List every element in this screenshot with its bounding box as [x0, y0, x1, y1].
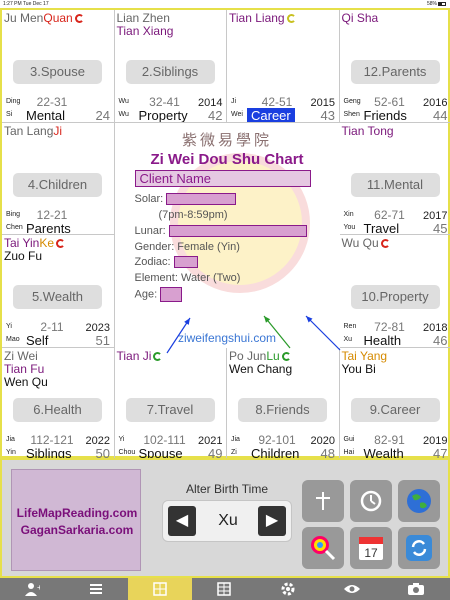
tab-list[interactable]: [64, 578, 128, 600]
calendar-day-text: 17: [364, 546, 378, 560]
logo-box[interactable]: LifeMapReading.com GaganSarkaria.com: [11, 469, 141, 571]
table-icon: [217, 582, 231, 596]
pointer-arrows: [166, 315, 341, 354]
calendar-icon: 17: [359, 537, 383, 560]
refresh-icon: [406, 535, 432, 561]
cross-button[interactable]: [302, 480, 344, 522]
cross-icon: [316, 492, 330, 510]
add-user-icon: +: [25, 583, 40, 596]
control-panel: LifeMapReading.com GaganSarkaria.com Alt…: [0, 458, 450, 578]
gear-icon: [281, 582, 295, 596]
list-icon: [90, 584, 102, 594]
history-icon: [360, 490, 382, 512]
tab-chart[interactable]: [128, 578, 192, 600]
tab-settings[interactable]: [256, 578, 320, 600]
pointer-arrow-icon: [305, 315, 341, 351]
tab-table[interactable]: [192, 578, 256, 600]
tab-add-user[interactable]: +: [0, 578, 64, 600]
camera-icon: [408, 583, 424, 595]
globe-button[interactable]: [398, 480, 440, 522]
status-battery-text: 58%: [426, 1, 437, 7]
globe-icon: [407, 489, 431, 513]
tab-camera[interactable]: [384, 578, 448, 600]
svg-text:+: +: [37, 583, 40, 592]
birth-hour-value: Xu: [218, 512, 238, 529]
status-date: Tue Dec 17: [22, 1, 49, 7]
tab-view[interactable]: [320, 578, 384, 600]
status-time: 1:27 PM: [3, 1, 22, 7]
history-button[interactable]: [350, 480, 392, 522]
refresh-button[interactable]: [398, 527, 440, 569]
tab-bar: +: [0, 578, 450, 600]
alter-birth-time-label: Alter Birth Time: [185, 482, 269, 496]
alter-birth-time-stepper: ◀ Xu ▶: [162, 500, 292, 542]
battery-icon: [438, 1, 446, 6]
lollipop-icon: [311, 536, 336, 561]
eye-icon: [344, 585, 360, 593]
next-hour-button[interactable]: ▶: [258, 506, 286, 536]
logo-line-2: GaganSarkaria.com: [20, 523, 134, 537]
logo-line-1: LifeMapReading.com: [16, 506, 138, 520]
ziwei-chart: Ju MenQuan 3.Spouse Ding Si 22-31 Mental 24 Lia…: [0, 8, 450, 460]
status-bar: 1:27 PM Tue Dec 17 58%: [0, 0, 450, 8]
prev-hour-button[interactable]: ◀: [168, 506, 196, 536]
calendar-button[interactable]: 17: [350, 527, 392, 569]
lollipop-button[interactable]: [302, 527, 344, 569]
chart-icon: [153, 582, 167, 596]
